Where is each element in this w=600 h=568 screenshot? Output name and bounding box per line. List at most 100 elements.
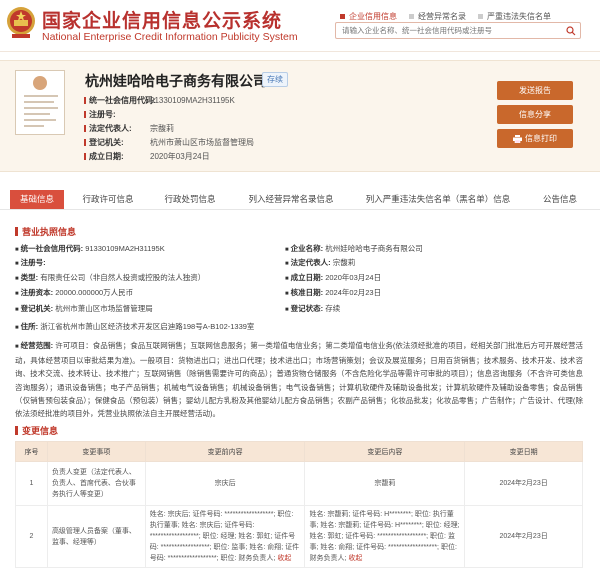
license-label: 登记机关: — [15, 304, 53, 313]
send-report-label: 发送报告 — [519, 86, 551, 95]
nav-marker-icon — [340, 14, 345, 19]
tab-basic-info[interactable]: 基础信息 — [10, 190, 64, 209]
license-value: 杭州市萧山区市场监督管理局 — [55, 304, 153, 313]
print-info-label: 信息打印 — [525, 134, 557, 143]
license-section-title: 营业执照信息 — [15, 225, 76, 238]
info-row: 统一社会信用代码:91330109MA2H31195K — [84, 94, 254, 108]
send-report-button[interactable]: 发送报告 — [497, 81, 573, 100]
cell-date: 2024年2月23日 — [464, 461, 583, 506]
cell-before: 宗庆后 — [144, 461, 306, 506]
nav-label: 严重违法失信名单 — [487, 12, 551, 21]
column-header-after: 变更后内容 — [304, 441, 466, 462]
column-header-date: 变更日期 — [464, 441, 583, 462]
license-item: 住所: 浙江省杭州市萧山区经济技术开发区启迪路198号A-B102-1339室 — [15, 321, 254, 332]
national-emblem-icon — [7, 7, 35, 38]
change-table: 序号 变更事项 变更前内容 变更后内容 变更日期 1 负责人变更（法定代表人、负… — [15, 441, 583, 568]
tab-announcement[interactable]: 公告信息 — [530, 190, 590, 209]
license-label: 住所: — [15, 322, 38, 331]
license-value: 浙江省杭州市萧山区经济技术开发区启迪路198号A-B102-1339室 — [40, 322, 255, 331]
license-label: 成立日期: — [285, 273, 323, 282]
license-item: 成立日期: 2020年03月24日 — [285, 272, 381, 283]
info-label: 登记机关: — [84, 136, 150, 150]
cell-item: 负责人变更（法定代表人、负责人、首席代表、合伙事务执行人等变更） — [46, 461, 146, 506]
nav-marker-icon — [478, 14, 483, 19]
tab-blacklist[interactable]: 列入严重违法失信名单（黑名单）信息 — [356, 190, 520, 209]
cell-no: 2 — [15, 505, 48, 568]
license-label: 注册号: — [15, 258, 46, 267]
license-label: 企业名称: — [285, 244, 323, 253]
license-line — [24, 95, 58, 97]
business-scope-label: 经营范围: — [15, 341, 53, 350]
info-label: 统一社会信用代码: — [84, 94, 156, 108]
license-value: 2024年02月23日 — [325, 288, 382, 297]
cell-after-text: 姓名: 宗馥莉; 证件号码: H********; 职位: 执行董事; 姓名: … — [309, 511, 460, 562]
license-value: 2020年03月24日 — [325, 273, 382, 282]
nav-label: 企业信用信息 — [349, 12, 397, 21]
print-info-button[interactable]: 信息打印 — [497, 129, 573, 148]
table-header-row: 序号 变更事项 变更前内容 变更后内容 变更日期 — [15, 441, 583, 462]
section-marker-icon — [15, 227, 18, 236]
info-value: 91330109MA2H31195K — [150, 96, 235, 105]
info-value: 2020年03月24日 — [150, 152, 210, 161]
site-logo-subtitle: National Enterprise Credit Information P… — [42, 31, 298, 43]
business-scope-text: 许可项目：食品销售；食品互联网销售；互联网信息服务；第一类增值电信业务；第二类增… — [15, 341, 584, 419]
license-line — [24, 101, 54, 103]
tab-admin-penalty[interactable]: 行政处罚信息 — [154, 190, 226, 209]
info-value: 杭州市萧山区市场监督管理局 — [150, 138, 254, 147]
license-value: 存续 — [325, 304, 341, 313]
nav-label: 经营异常名录 — [418, 12, 466, 21]
license-value: 杭州娃哈哈电子商务有限公司 — [325, 244, 423, 253]
tab-admin-license[interactable]: 行政许可信息 — [72, 190, 144, 209]
license-line — [24, 125, 44, 127]
cell-no: 1 — [15, 461, 48, 506]
tab-abnormal-list[interactable]: 列入经营异常名录信息 — [236, 190, 346, 209]
column-header-before: 变更前内容 — [144, 441, 306, 462]
table-row: 1 负责人变更（法定代表人、负责人、首席代表、合伙事务执行人等变更） 宗庆后 宗… — [15, 461, 583, 506]
license-value: 20000.000000万人民币 — [55, 288, 134, 297]
license-line — [24, 107, 58, 109]
site-logo-title[interactable]: 国家企业信用信息公示系统 — [42, 6, 282, 33]
license-item: 企业名称: 杭州娃哈哈电子商务有限公司 — [285, 243, 423, 254]
license-label: 核准日期: — [285, 288, 323, 297]
license-label: 法定代表人: — [285, 258, 331, 267]
column-header-no: 序号 — [15, 441, 48, 462]
license-item: 注册号: — [15, 257, 46, 268]
search-box — [335, 22, 581, 39]
cell-item: 高级管理人员备案（董事、监事、经理等） — [46, 505, 146, 568]
license-thumbnail[interactable] — [15, 70, 65, 135]
license-item: 登记状态: 存续 — [285, 303, 340, 314]
license-line — [24, 119, 56, 121]
license-seal-icon — [33, 76, 47, 90]
license-value: 宗馥莉 — [332, 258, 356, 267]
search-icon[interactable] — [566, 25, 576, 36]
share-info-label: 信息分享 — [519, 110, 551, 119]
license-label: 登记状态: — [285, 304, 323, 313]
collapse-link[interactable]: 收起 — [277, 555, 291, 562]
nav-enterprise-credit[interactable]: 企业信用信息 — [340, 11, 397, 22]
info-row: 法定代表人: 宗馥莉 — [84, 122, 254, 136]
license-label: 类型: — [15, 273, 38, 282]
info-row: 登记机关: 杭州市萧山区市场监督管理局 — [84, 136, 254, 150]
license-label: 统一社会信用代码: — [15, 244, 83, 253]
search-input[interactable] — [336, 26, 564, 35]
printer-icon — [513, 134, 522, 143]
info-row: 成立日期: 2020年03月24日 — [84, 150, 254, 164]
section-title-text: 营业执照信息 — [22, 227, 77, 237]
cell-before: 姓名: 宗庆后; 证件号码: ******************; 职位: 执… — [144, 505, 306, 568]
column-header-item: 变更事项 — [46, 441, 146, 462]
license-label: 注册资本: — [15, 288, 53, 297]
change-section-title: 变更信息 — [15, 424, 58, 437]
nav-abnormal-list[interactable]: 经营异常名录 — [409, 11, 466, 22]
company-name: 杭州娃哈哈电子商务有限公司 — [85, 73, 267, 89]
collapse-link[interactable]: 收起 — [348, 555, 362, 562]
license-item: 类型: 有限责任公司（非自然人投资或控股的法人独资） — [15, 272, 205, 283]
cell-after: 姓名: 宗馥莉; 证件号码: H********; 职位: 执行董事; 姓名: … — [304, 505, 466, 568]
share-info-button[interactable]: 信息分享 — [497, 105, 573, 124]
table-row: 2 高级管理人员备案（董事、监事、经理等） 姓名: 宗庆后; 证件号码: ***… — [15, 505, 583, 568]
site-header: 国家企业信用信息公示系统 National Enterprise Credit … — [0, 0, 600, 52]
license-item: 登记机关: 杭州市萧山区市场监督管理局 — [15, 303, 153, 314]
company-card: 杭州娃哈哈电子商务有限公司 存续 统一社会信用代码:91330109MA2H31… — [0, 60, 600, 172]
section-marker-icon — [15, 426, 18, 435]
info-value: 宗馥莉 — [150, 124, 174, 133]
nav-serious-violation[interactable]: 严重违法失信名单 — [478, 11, 551, 22]
